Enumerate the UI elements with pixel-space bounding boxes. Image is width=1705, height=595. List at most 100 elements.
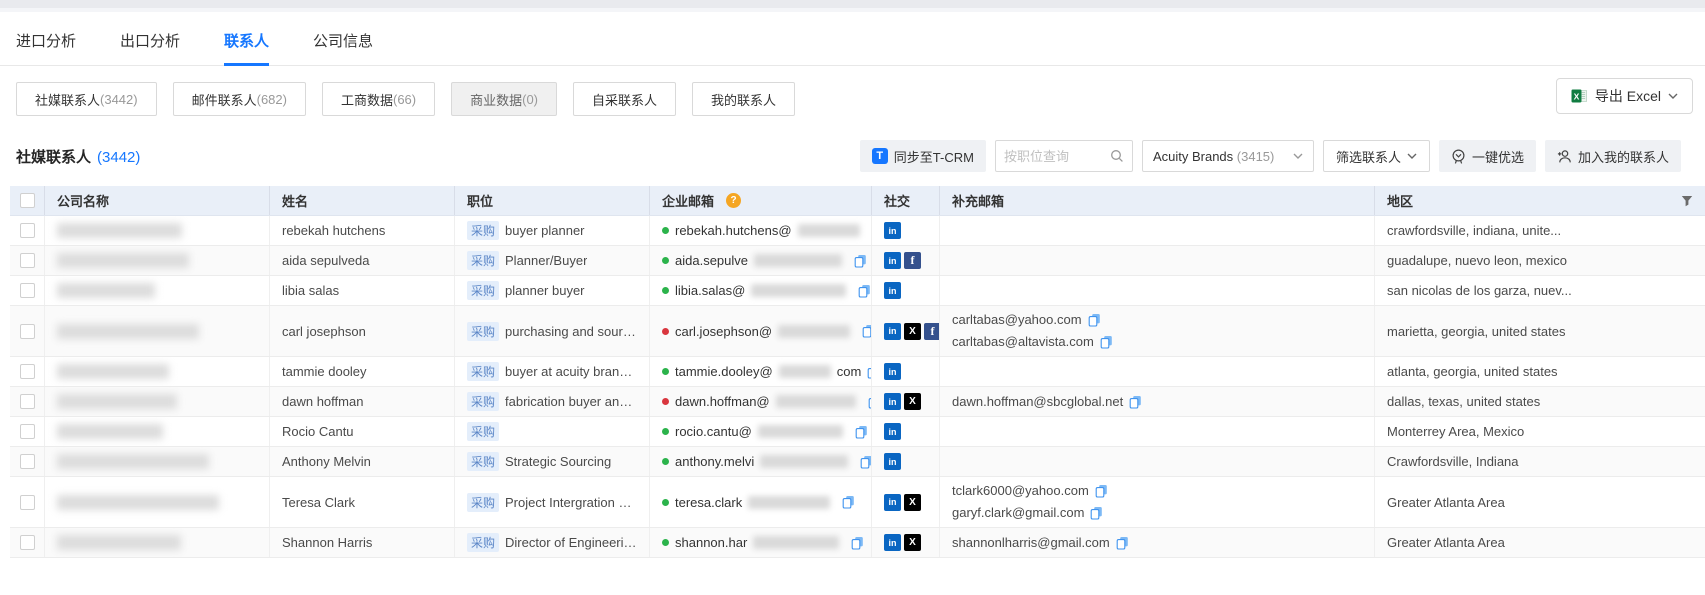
copy-icon[interactable]	[1090, 506, 1103, 520]
row-checkbox[interactable]	[20, 394, 35, 409]
badge-icon	[1451, 149, 1466, 164]
tab-1[interactable]: 出口分析	[120, 30, 180, 65]
filter-button-3[interactable]: 商业数据(0)	[451, 82, 557, 116]
export-excel-button[interactable]: X 导出 Excel	[1556, 78, 1693, 114]
company-select[interactable]: Acuity Brands (3415)	[1142, 140, 1314, 172]
select-all-checkbox[interactable]	[20, 193, 35, 208]
copy-icon[interactable]	[858, 284, 871, 298]
company-cell	[45, 216, 270, 245]
linkedin-icon[interactable]: in	[884, 453, 901, 470]
linkedin-icon[interactable]: in	[884, 222, 901, 239]
redacted-email-part	[798, 224, 860, 237]
email-prefix: shannon.har	[675, 535, 747, 550]
row-checkbox[interactable]	[20, 324, 35, 339]
row-checkbox[interactable]	[20, 223, 35, 238]
linkedin-icon[interactable]: in	[884, 282, 901, 299]
copy-icon[interactable]	[1088, 313, 1101, 327]
linkedin-icon[interactable]: in	[884, 363, 901, 380]
copy-icon[interactable]	[1100, 335, 1113, 349]
filter-button-2[interactable]: 工商数据(66)	[322, 82, 435, 116]
copy-icon[interactable]	[862, 324, 872, 338]
contact-name: Rocio Cantu	[270, 417, 455, 446]
tab-2[interactable]: 联系人	[224, 30, 269, 65]
company-cell	[45, 417, 270, 446]
search-icon[interactable]	[1110, 149, 1124, 163]
filter-funnel-icon[interactable]	[1681, 195, 1693, 207]
row-checkbox[interactable]	[20, 535, 35, 550]
company-cell	[45, 447, 270, 476]
region-cell: Greater Atlanta Area	[1375, 528, 1705, 557]
row-checkbox-cell	[10, 528, 45, 557]
tab-3[interactable]: 公司信息	[313, 30, 373, 65]
header-extra-email: 补充邮箱	[940, 186, 1375, 215]
email-prefix: rebekah.hutchens@	[675, 223, 792, 238]
linkedin-icon[interactable]: in	[884, 534, 901, 551]
copy-icon[interactable]	[1095, 484, 1108, 498]
social-cell: inX	[872, 528, 940, 557]
filter-button-5[interactable]: 我的联系人	[692, 82, 795, 116]
social-cell: in	[872, 417, 940, 446]
header-email: 企业邮箱 ?	[650, 186, 872, 215]
filter-button-label: 商业数据	[470, 90, 522, 109]
redacted-company-name	[57, 324, 199, 339]
filter-contacts-button[interactable]: 筛选联系人	[1323, 140, 1430, 172]
row-checkbox[interactable]	[20, 424, 35, 439]
row-checkbox[interactable]	[20, 364, 35, 379]
email-prefix: rocio.cantu@	[675, 424, 752, 439]
copy-icon[interactable]	[851, 536, 864, 550]
table-row: aida sepulveda 采购 Planner/Buyer aida.sep…	[10, 246, 1705, 276]
row-checkbox[interactable]	[20, 495, 35, 510]
copy-icon[interactable]	[1129, 395, 1142, 409]
row-checkbox[interactable]	[20, 454, 35, 469]
procurement-tag: 采购	[467, 493, 499, 512]
contact-name: aida sepulveda	[270, 246, 455, 275]
tab-0[interactable]: 进口分析	[16, 30, 76, 65]
extra-email-cell: dawn.hoffman@sbcglobal.net	[940, 387, 1375, 416]
extra-email-cell	[940, 276, 1375, 305]
help-question-icon[interactable]: ?	[726, 193, 741, 208]
position-cell: 采购 buyer at acuity brands lig...	[455, 357, 650, 386]
linkedin-icon[interactable]: in	[884, 323, 901, 340]
linkedin-icon[interactable]: in	[884, 494, 901, 511]
filter-button-4[interactable]: 自采联系人	[573, 82, 676, 116]
x-icon[interactable]: X	[904, 494, 921, 511]
linkedin-icon[interactable]: in	[884, 252, 901, 269]
copy-icon[interactable]	[1116, 536, 1129, 550]
add-to-my-contacts-button[interactable]: 加入我的联系人	[1545, 140, 1681, 172]
extra-email-text: shannonlharris@gmail.com	[952, 533, 1110, 553]
email-prefix: anthony.melvi	[675, 454, 754, 469]
one-click-select-button[interactable]: 一键优选	[1439, 140, 1536, 172]
header-title: 职位	[455, 186, 650, 215]
sync-to-tcrm-button[interactable]: T 同步至T-CRM	[860, 140, 986, 172]
x-icon[interactable]: X	[904, 534, 921, 551]
header-region-label: 地区	[1387, 191, 1413, 210]
redacted-email-part	[760, 455, 848, 468]
email-status-dot	[662, 398, 669, 405]
redacted-email-part	[758, 425, 843, 438]
x-icon[interactable]: X	[904, 323, 921, 340]
linkedin-icon[interactable]: in	[884, 393, 901, 410]
table-header-row: 公司名称 姓名 职位 企业邮箱 ? 社交 补充邮箱 地区	[10, 186, 1705, 216]
copy-icon[interactable]	[855, 425, 868, 439]
corporate-email-cell: rocio.cantu@	[650, 417, 872, 446]
filter-button-1[interactable]: 邮件联系人(682)	[173, 82, 306, 116]
copy-icon[interactable]	[854, 254, 867, 268]
region-cell: Monterrey Area, Mexico	[1375, 417, 1705, 446]
facebook-icon[interactable]: f	[924, 323, 940, 340]
position-search-input[interactable]	[1004, 149, 1104, 164]
row-checkbox[interactable]	[20, 253, 35, 268]
linkedin-icon[interactable]: in	[884, 423, 901, 440]
row-checkbox[interactable]	[20, 283, 35, 298]
extra-email: shannonlharris@gmail.com	[952, 533, 1129, 553]
chevron-down-icon	[1407, 153, 1417, 160]
filter-button-0[interactable]: 社媒联系人(3442)	[16, 82, 157, 116]
copy-icon[interactable]	[860, 455, 872, 469]
position-text: Planner/Buyer	[505, 253, 587, 268]
x-icon[interactable]: X	[904, 393, 921, 410]
facebook-icon[interactable]: f	[904, 252, 921, 269]
social-cell: in	[872, 216, 940, 245]
corporate-email-cell: rebekah.hutchens@	[650, 216, 872, 245]
position-search-box	[995, 140, 1133, 172]
copy-icon[interactable]	[842, 495, 855, 509]
region-cell: san nicolas de los garza, nuev...	[1375, 276, 1705, 305]
